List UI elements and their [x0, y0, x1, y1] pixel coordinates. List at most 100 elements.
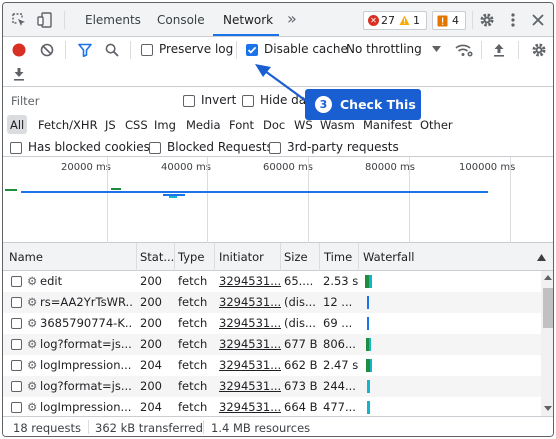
- close-icon[interactable]: [530, 12, 546, 28]
- blocked-cookies-checkbox[interactable]: [10, 142, 22, 154]
- table-row[interactable]: ⚙ log?format=js... 200 fetch 3294531... …: [3, 334, 541, 355]
- blocked-requests-checkbox[interactable]: [149, 142, 161, 154]
- fetch-gear-icon: ⚙: [27, 358, 38, 372]
- request-time: 806...: [323, 337, 356, 351]
- more-tabs-button[interactable]: »: [287, 9, 297, 28]
- tick-label: 20000 ms: [61, 162, 111, 173]
- tab-network[interactable]: Network: [223, 13, 273, 27]
- column-header-waterfall[interactable]: Waterfall: [363, 250, 414, 264]
- invert-checkbox[interactable]: [183, 95, 195, 107]
- request-status: 200: [140, 316, 162, 330]
- type-filter-wasm[interactable]: Wasm: [320, 118, 355, 132]
- clear-icon[interactable]: [39, 42, 55, 58]
- type-filter-fetch-xhr[interactable]: Fetch/XHR: [38, 118, 98, 132]
- row-checkbox[interactable]: [11, 381, 22, 392]
- table-row[interactable]: ⚙ logImpression... 204 fetch 3294531... …: [3, 397, 541, 416]
- type-filter-ws[interactable]: WS: [294, 118, 313, 132]
- device-toolbar-icon[interactable]: [37, 12, 53, 28]
- network-settings-gear-icon[interactable]: [531, 42, 547, 58]
- error-count: 27: [381, 14, 395, 27]
- chevron-down-icon[interactable]: [431, 44, 441, 54]
- tick-label: 40000 ms: [161, 162, 211, 173]
- column-header-status[interactable]: Stat...: [140, 250, 174, 264]
- scroll-up-icon[interactable]: [544, 274, 552, 280]
- record-button[interactable]: [11, 42, 27, 58]
- requests-table-body: ⚙ edit 200 fetch 3294531... 65.... 2.53 …: [3, 271, 541, 416]
- devtools-window: Elements Console Network » ✕ 27 1 4 Pres…: [2, 2, 554, 437]
- row-checkbox[interactable]: [11, 297, 22, 308]
- overview-request-bar: [111, 188, 121, 190]
- row-checkbox[interactable]: [11, 339, 22, 350]
- column-header-type[interactable]: Type: [178, 250, 204, 264]
- request-initiator-link[interactable]: 3294531...: [219, 355, 281, 376]
- waterfall-bar: [367, 380, 370, 393]
- throttling-select[interactable]: No throttling: [346, 42, 422, 56]
- third-party-requests-checkbox[interactable]: [269, 142, 281, 154]
- active-tab-indicator: [213, 34, 279, 36]
- table-row[interactable]: ⚙ logImpression... 204 fetch 3294531... …: [3, 355, 541, 376]
- hide-data-urls-checkbox[interactable]: [242, 95, 254, 107]
- request-size: 662 B: [284, 358, 318, 372]
- request-initiator-link[interactable]: 3294531...: [219, 376, 281, 397]
- type-filter-doc[interactable]: Doc: [263, 118, 285, 132]
- third-party-requests-label: 3rd-party requests: [287, 140, 399, 154]
- overview-timeline[interactable]: 20000 ms 40000 ms 60000 ms 80000 ms 1000…: [3, 157, 553, 243]
- type-filter-css[interactable]: CSS: [125, 118, 148, 132]
- issues-counter[interactable]: 4: [432, 11, 466, 30]
- more-options-icon[interactable]: [505, 12, 521, 28]
- column-header-size[interactable]: Size: [284, 250, 308, 264]
- table-row[interactable]: ⚙ rs=AA2YrTsWR... 200 fetch 3294531... (…: [3, 292, 541, 313]
- tab-elements[interactable]: Elements: [85, 13, 141, 27]
- table-scrollbar[interactable]: [541, 271, 553, 416]
- request-size: 65....: [284, 274, 314, 288]
- request-time: 244...: [323, 379, 356, 393]
- inspect-element-icon[interactable]: [11, 12, 27, 28]
- type-filter-js[interactable]: JS: [105, 118, 116, 132]
- request-initiator-link[interactable]: 3294531...: [219, 292, 281, 313]
- fetch-gear-icon: ⚙: [27, 337, 38, 351]
- error-warning-counter[interactable]: ✕ 27 1: [363, 11, 427, 30]
- table-row[interactable]: ⚙ log?format=js... 200 fetch 3294531... …: [3, 376, 541, 397]
- settings-gear-icon[interactable]: [479, 12, 495, 28]
- row-checkbox[interactable]: [11, 402, 22, 413]
- search-icon[interactable]: [104, 42, 120, 58]
- type-filter-manifest[interactable]: Manifest: [363, 118, 412, 132]
- filter-input[interactable]: Filter: [7, 91, 171, 110]
- disable-cache-checkbox[interactable]: [246, 44, 258, 56]
- callout-badge: 3 Check This: [305, 89, 421, 120]
- overview-request-bar: [169, 196, 177, 198]
- sort-ascending-icon[interactable]: [536, 252, 546, 262]
- column-header-initiator[interactable]: Initiator: [219, 250, 264, 264]
- row-checkbox[interactable]: [11, 360, 22, 371]
- request-initiator-link[interactable]: 3294531...: [219, 313, 281, 334]
- table-row[interactable]: ⚙ edit 200 fetch 3294531... 65.... 2.53 …: [3, 271, 541, 292]
- type-filter-font[interactable]: Font: [229, 118, 254, 132]
- import-har-upload-icon[interactable]: [491, 42, 507, 58]
- filter-placeholder: Filter: [11, 94, 40, 108]
- request-size: (dis...: [284, 316, 316, 330]
- blocked-cookies-label: Has blocked cookies: [28, 140, 150, 154]
- column-header-time[interactable]: Time: [324, 250, 352, 264]
- network-conditions-wifi-icon[interactable]: [455, 42, 473, 58]
- preserve-log-checkbox[interactable]: [141, 44, 153, 56]
- scroll-down-icon[interactable]: [544, 405, 552, 411]
- export-har-download-icon[interactable]: [11, 66, 27, 82]
- type-filter-media[interactable]: Media: [186, 118, 221, 132]
- request-status: 200: [140, 337, 162, 351]
- transferred-size: 362 kB transferred: [95, 421, 203, 435]
- hide-data-urls-label: Hide dat: [260, 93, 311, 107]
- type-filter-other[interactable]: Other: [420, 118, 453, 132]
- table-row[interactable]: ⚙ 3685790774-K... 200 fetch 3294531... (…: [3, 313, 541, 334]
- row-checkbox[interactable]: [11, 318, 22, 329]
- request-initiator-link[interactable]: 3294531...: [219, 334, 281, 355]
- column-header-name[interactable]: Name: [9, 250, 43, 264]
- type-filter-img[interactable]: Img: [154, 118, 176, 132]
- request-initiator-link[interactable]: 3294531...: [219, 397, 281, 416]
- row-checkbox[interactable]: [11, 276, 22, 287]
- waterfall-bar: [370, 359, 372, 372]
- scrollbar-thumb[interactable]: [543, 288, 553, 328]
- request-initiator-link[interactable]: 3294531...: [219, 271, 281, 292]
- issues-icon: [437, 15, 448, 27]
- filter-icon[interactable]: [77, 42, 93, 58]
- tab-console[interactable]: Console: [157, 13, 205, 27]
